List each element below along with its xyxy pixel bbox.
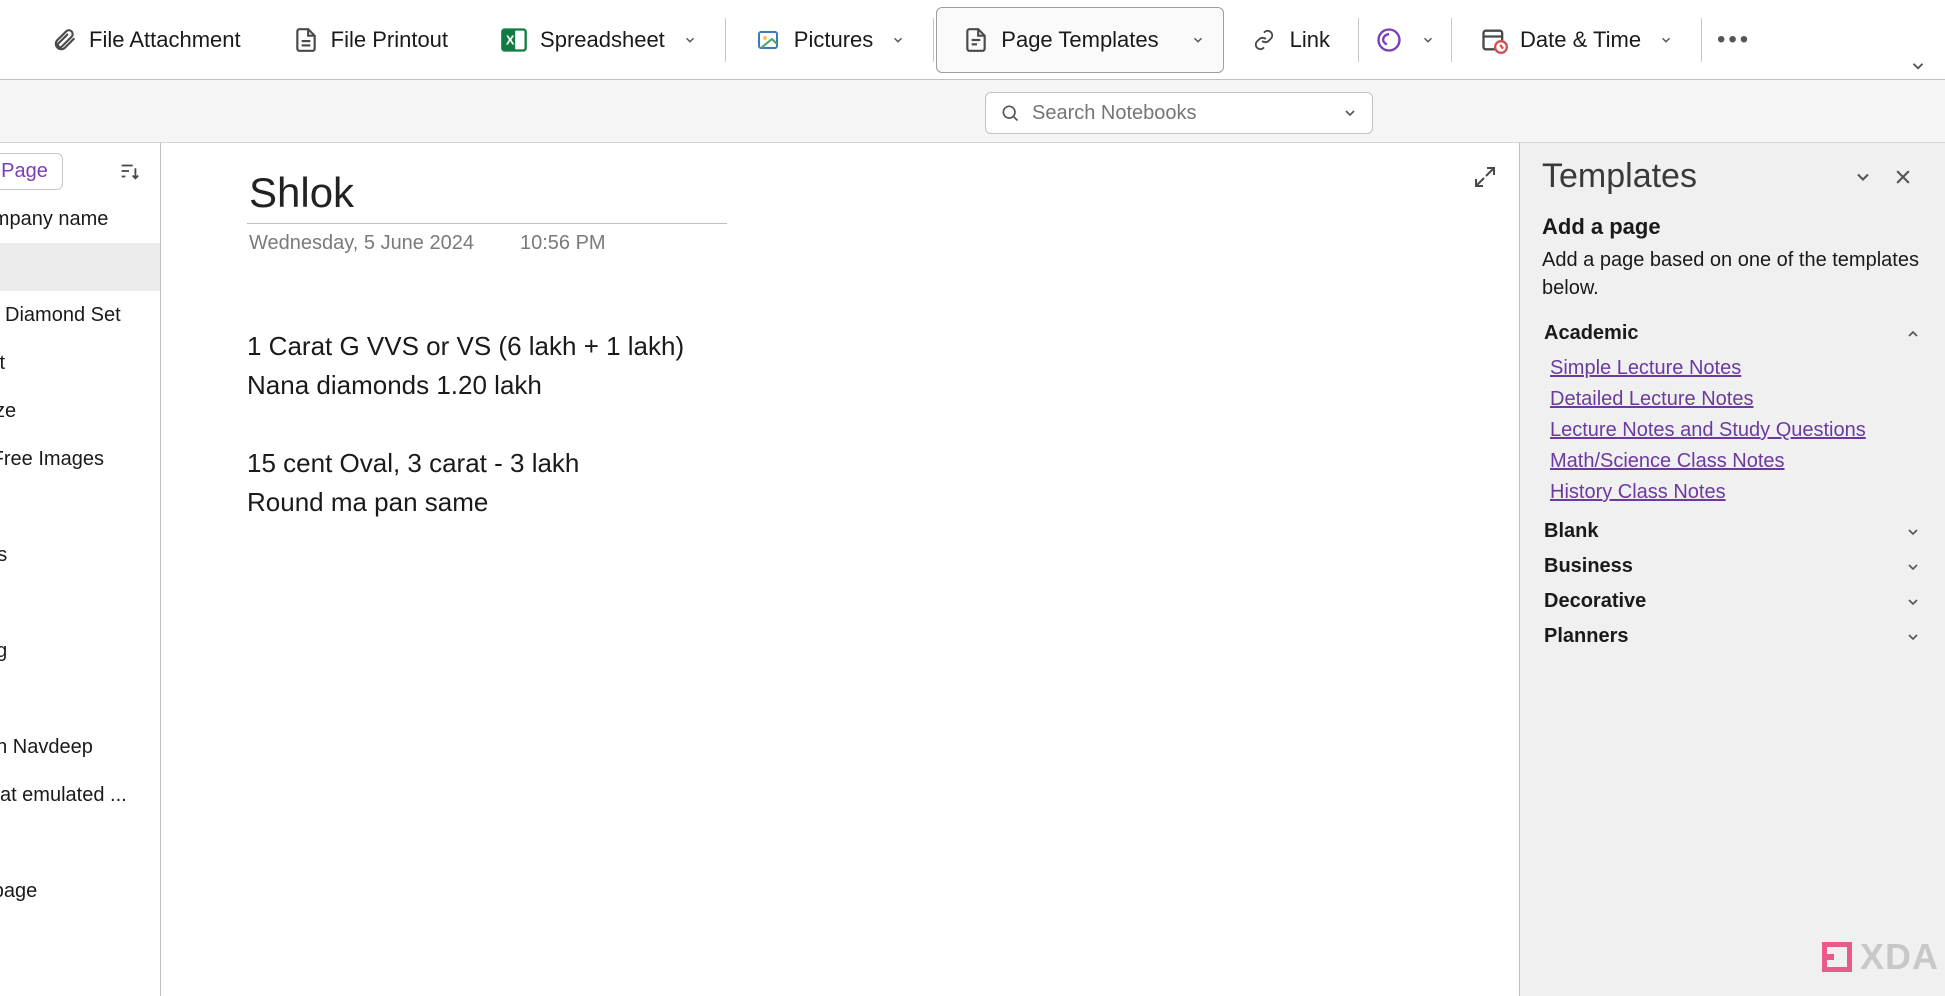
ink-button[interactable]: [1361, 7, 1449, 73]
chevron-down-icon: [891, 33, 905, 47]
page-list-item[interactable]: inder: [0, 579, 160, 627]
main-area: Add Page r Company namekdeep Diamond Set…: [0, 143, 1945, 996]
page-list-item[interactable]: ouri: [0, 675, 160, 723]
chevron-down-icon: [1191, 33, 1205, 47]
date-time-label: Date & Time: [1520, 27, 1641, 53]
link-icon: [1250, 29, 1278, 51]
sort-icon[interactable]: [112, 154, 146, 188]
search-icon: [1000, 103, 1020, 123]
spreadsheet-label: Spreadsheet: [540, 27, 665, 53]
add-page-description: Add a page based on one of the templates…: [1542, 246, 1923, 302]
chevron-down-icon: [1421, 33, 1435, 47]
page-list-item[interactable]: alty Free Images: [0, 435, 160, 483]
chevron-down-icon[interactable]: [1342, 105, 1358, 121]
xda-logo-icon: [1822, 942, 1852, 972]
chevron-up-icon: [1905, 326, 1921, 342]
page-meta: Wednesday, 5 June 2024 10:56 PM: [247, 232, 1519, 255]
picture-icon: [754, 28, 782, 52]
separator: [725, 18, 726, 62]
file-attachment-button[interactable]: File Attachment: [25, 7, 267, 73]
chevron-down-icon: [1905, 559, 1921, 575]
template-category-label: Business: [1544, 555, 1633, 578]
template-category[interactable]: Planners: [1542, 619, 1923, 654]
search-input[interactable]: [1032, 102, 1330, 125]
template-link[interactable]: Detailed Lecture Notes: [1550, 384, 1923, 415]
separator: [1358, 18, 1359, 62]
template-icon: [963, 25, 989, 55]
close-icon[interactable]: [1883, 161, 1923, 193]
page-list-item[interactable]: r Company name: [0, 195, 160, 243]
note-body[interactable]: 1 Carat G VVS or VS (6 lakh + 1 lakh) Na…: [247, 327, 1519, 522]
chevron-down-icon: [683, 33, 697, 47]
ribbon-overflow-caret[interactable]: [1909, 57, 1927, 75]
template-category-label: Blank: [1544, 520, 1598, 543]
link-label: Link: [1290, 27, 1330, 53]
excel-icon: X: [500, 26, 528, 54]
expand-icon[interactable]: [1473, 165, 1497, 189]
separator: [1701, 18, 1702, 62]
page-list-item[interactable]: e with Navdeep: [0, 723, 160, 771]
page-time: 10:56 PM: [520, 232, 606, 255]
template-category-label: Planners: [1544, 625, 1628, 648]
spreadsheet-button[interactable]: X Spreadsheet: [474, 7, 723, 73]
templates-title: Templates: [1542, 157, 1843, 196]
watermark: XDA: [1822, 936, 1939, 978]
secondary-bar: [0, 80, 1945, 143]
pictures-label: Pictures: [794, 27, 873, 53]
page-date: Wednesday, 5 June 2024: [249, 232, 474, 255]
templates-pane: Templates Add a page Add a page based on…: [1519, 143, 1945, 996]
page-list-item[interactable]: dlines: [0, 531, 160, 579]
template-category-label: Decorative: [1544, 590, 1646, 613]
page-list-item[interactable]: adget: [0, 339, 160, 387]
separator: [1451, 18, 1452, 62]
chevron-down-icon: [1905, 629, 1921, 645]
separator: [933, 18, 934, 62]
more-button[interactable]: •••: [1704, 7, 1764, 73]
add-page-heading: Add a page: [1542, 214, 1923, 240]
ribbon-toolbar: File Attachment File Printout X Spreadsh…: [0, 0, 1945, 80]
template-category[interactable]: Decorative: [1542, 584, 1923, 619]
template-link[interactable]: Math/Science Class Notes: [1550, 446, 1923, 477]
page-templates-button[interactable]: Page Templates: [936, 7, 1223, 73]
page-list-item[interactable]: Hiring: [0, 627, 160, 675]
page-list-item[interactable]: k: [0, 243, 160, 291]
file-printout-label: File Printout: [331, 27, 448, 53]
title-underline: [247, 223, 727, 224]
note-canvas: Shlok Wednesday, 5 June 2024 10:56 PM 1 …: [161, 143, 1519, 996]
template-link-group: Simple Lecture NotesDetailed Lecture Not…: [1542, 351, 1923, 514]
page-list-item[interactable]: tled page: [0, 867, 160, 915]
template-link[interactable]: History Class Notes: [1550, 477, 1923, 508]
page-list: Add Page r Company namekdeep Diamond Set…: [0, 143, 160, 996]
file-attachment-label: File Attachment: [89, 27, 241, 53]
pictures-button[interactable]: Pictures: [728, 7, 931, 73]
template-category[interactable]: Business: [1542, 549, 1923, 584]
page-list-item[interactable]: m Size: [0, 387, 160, 435]
calendar-clock-icon: [1480, 26, 1508, 54]
link-button[interactable]: Link: [1224, 7, 1356, 73]
chevron-down-icon: [1905, 594, 1921, 610]
date-time-button[interactable]: Date & Time: [1454, 7, 1699, 73]
chevron-down-icon: [1659, 33, 1673, 47]
chevron-down-icon: [1905, 524, 1921, 540]
chevron-down-icon[interactable]: [1843, 161, 1883, 193]
page-title[interactable]: Shlok: [247, 167, 727, 223]
template-category[interactable]: Blank: [1542, 514, 1923, 549]
page-templates-label: Page Templates: [1001, 27, 1158, 53]
page-list-item[interactable]: 's what emulated ...: [0, 771, 160, 819]
template-category[interactable]: Academic: [1542, 316, 1923, 351]
ink-icon: [1375, 26, 1403, 54]
paperclip-icon: [51, 25, 77, 55]
page-list-item[interactable]: [0, 819, 160, 867]
file-printout-button[interactable]: File Printout: [267, 7, 474, 73]
template-category-label: Academic: [1544, 322, 1639, 345]
svg-text:X: X: [506, 32, 515, 47]
template-link[interactable]: Lecture Notes and Study Questions: [1550, 415, 1923, 446]
add-page-button[interactable]: Add Page: [0, 153, 63, 190]
template-link[interactable]: Simple Lecture Notes: [1550, 353, 1923, 384]
page-list-item[interactable]: deep Diamond Set: [0, 291, 160, 339]
watermark-text: XDA: [1860, 936, 1939, 978]
document-icon: [293, 25, 319, 55]
search-box[interactable]: [985, 92, 1373, 134]
page-list-item[interactable]: ): [0, 483, 160, 531]
